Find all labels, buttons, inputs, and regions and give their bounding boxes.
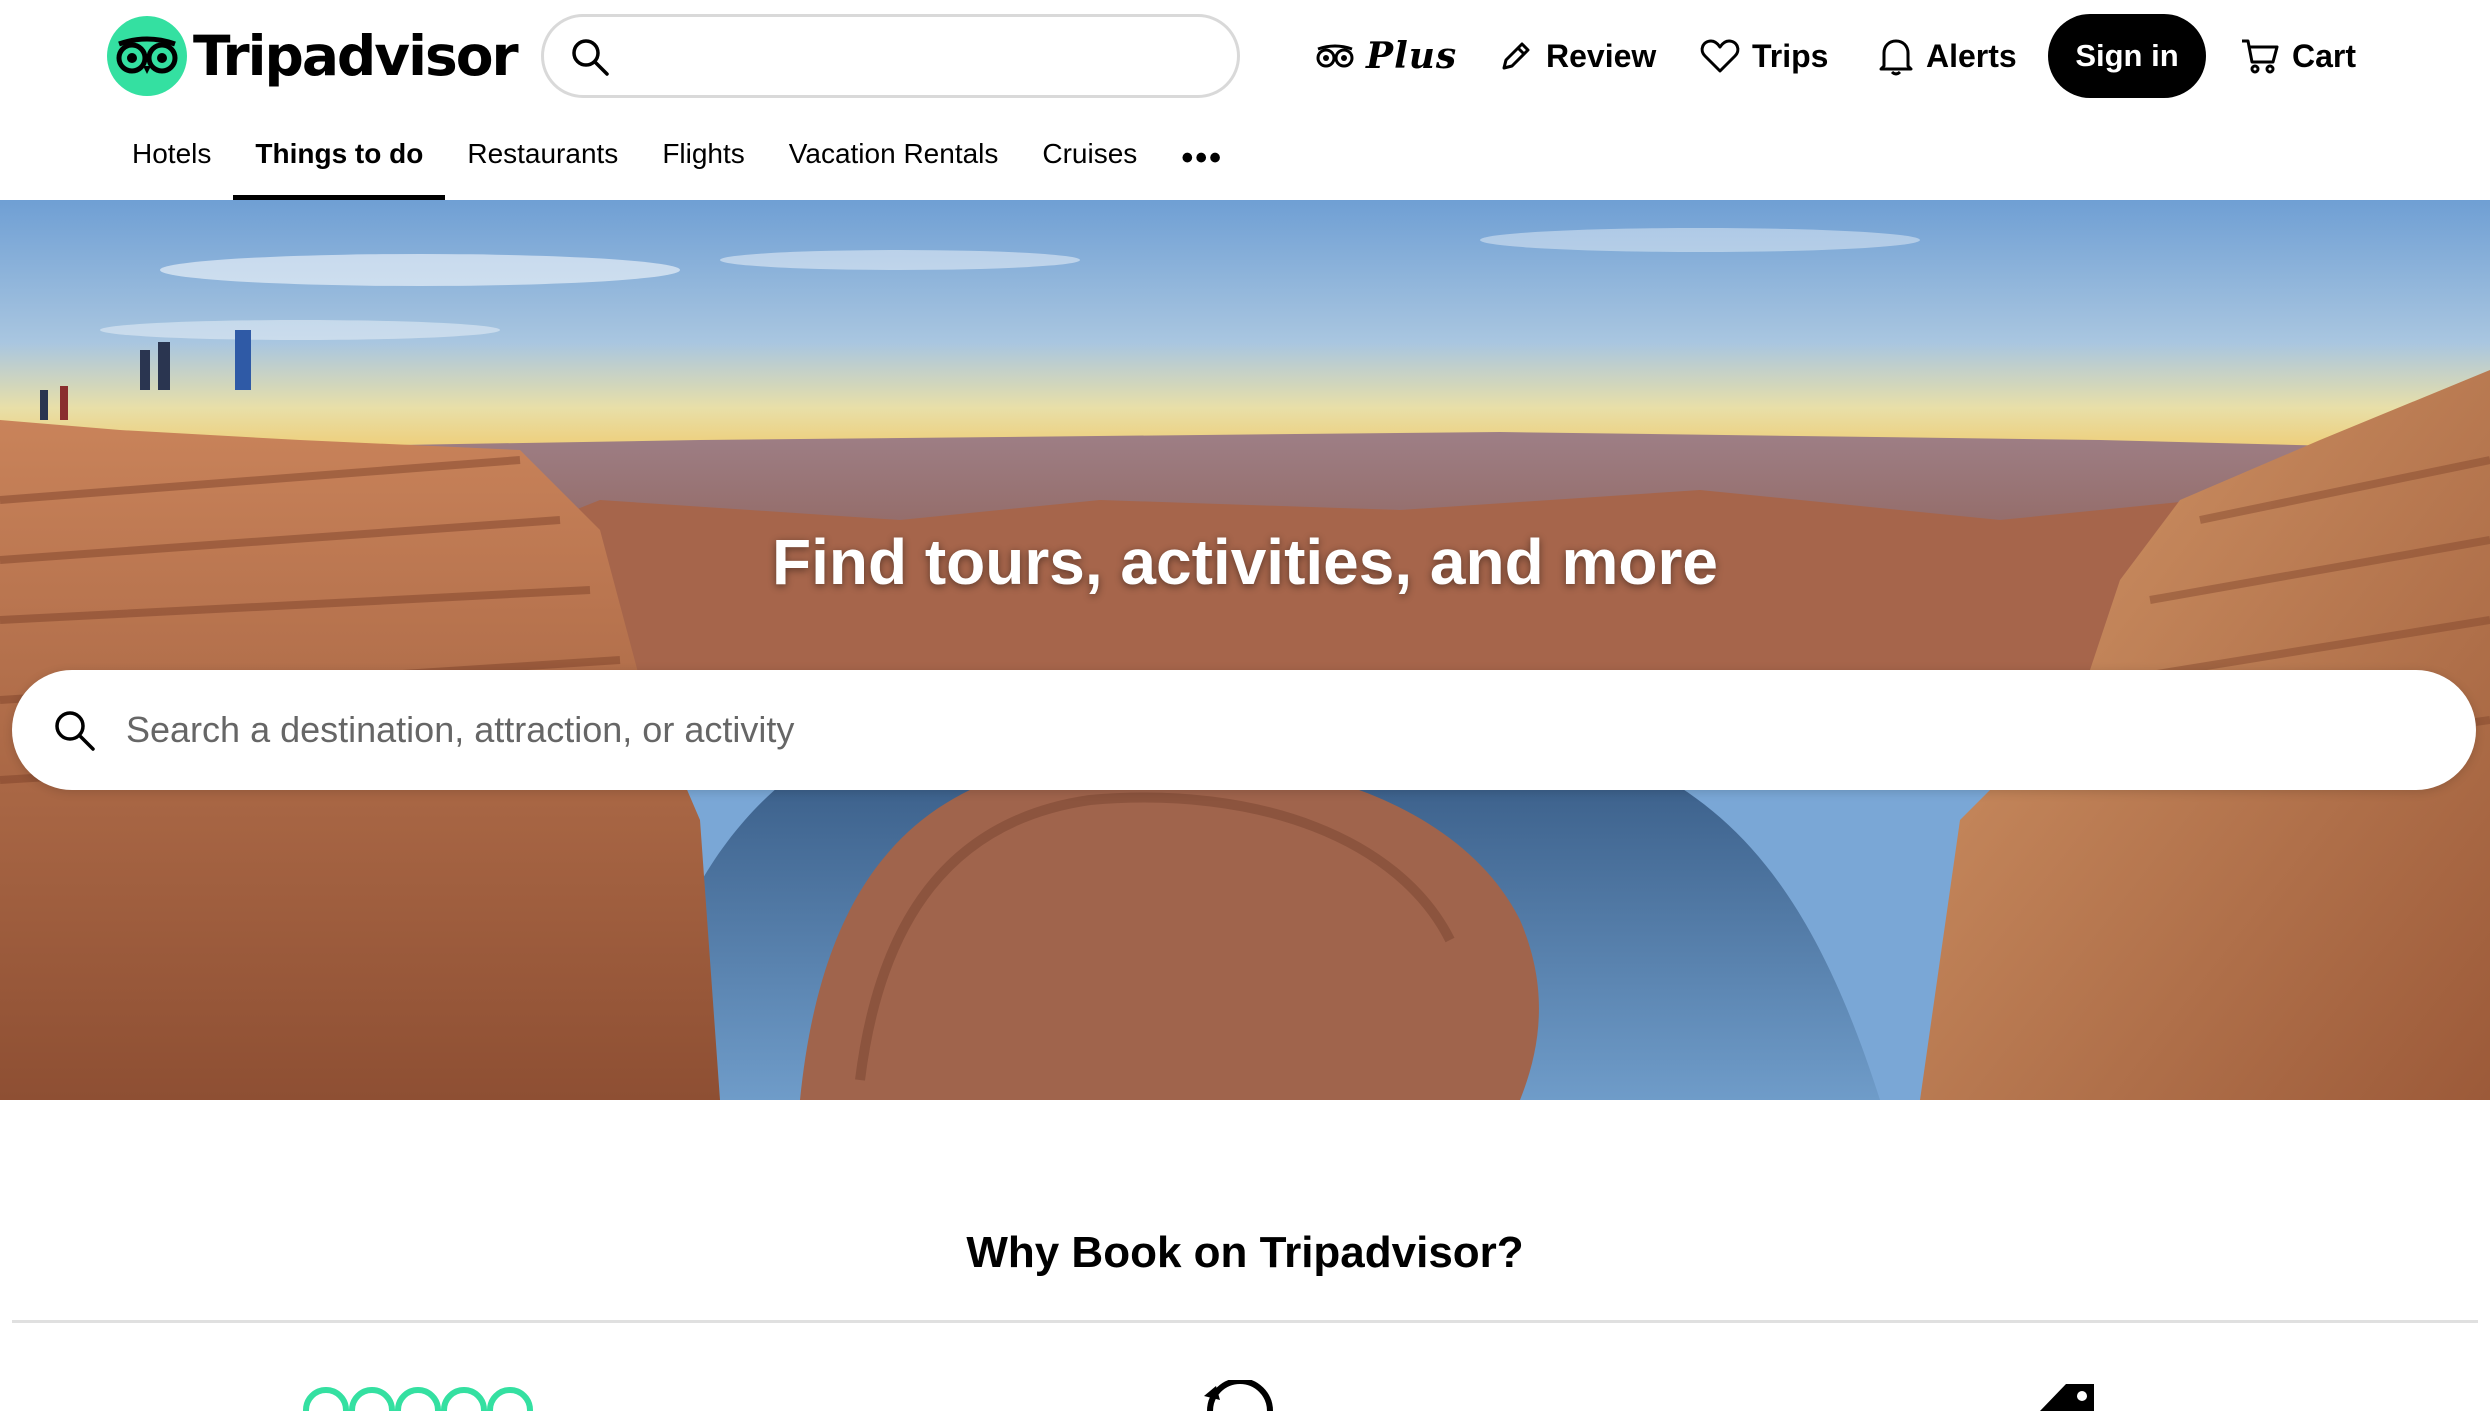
sign-in-button[interactable]: Sign in [2048,14,2206,98]
brand-name: Tripadvisor [193,24,519,88]
trips-link[interactable]: Trips [1700,14,1828,98]
tripadvisor-owl-icon [1316,44,1354,68]
review-link[interactable]: Review [1498,14,1656,98]
hero-title: Find tours, activities, and more [772,526,1718,598]
alerts-link[interactable]: Alerts [1878,14,2017,98]
review-label: Review [1546,37,1657,74]
more-menu-button[interactable]: ••• [1159,128,1245,188]
cart-icon [2242,39,2279,74]
tripadvisor-owl-icon [107,16,187,96]
plus-link[interactable]: Plus [1316,14,1457,98]
category-tabs: Hotels Things to do Restaurants Flights … [110,128,1245,200]
hero-banner: Find tours, activities, and more [0,200,2490,1100]
search-icon [572,39,609,76]
pencil-icon [1502,42,1530,70]
bell-icon [1879,39,1913,76]
refresh-clock-icon [1204,1380,1273,1411]
tab-things-to-do[interactable]: Things to do [233,128,446,200]
top-header: Tripadvisor Plus Review Trips Alerts Sig… [0,0,2490,200]
tab-restaurants[interactable]: Restaurants [445,128,640,200]
search-icon [55,711,95,751]
tripadvisor-logo[interactable]: Tripadvisor [107,16,519,96]
header-search-input[interactable] [541,14,1240,98]
tab-hotels[interactable]: Hotels [110,128,233,200]
plus-label: Plus [1366,35,1458,77]
tab-cruises[interactable]: Cruises [1020,128,1159,200]
destination-search-input[interactable] [126,709,2326,751]
heart-icon [1700,39,1740,73]
hero-search-bar[interactable] [12,670,2476,790]
cart-link[interactable]: Cart [2240,14,2356,98]
canyon-hero-image [0,200,2490,1100]
rating-bubbles-icon [303,1387,533,1411]
alerts-label: Alerts [1926,37,2017,74]
section-divider [12,1320,2478,1323]
tab-vacation-rentals[interactable]: Vacation Rentals [767,128,1021,200]
cart-label: Cart [2292,37,2357,74]
why-book-heading: Why Book on Tripadvisor? [966,1228,1524,1277]
price-tag-icon [2040,1384,2094,1411]
tab-flights[interactable]: Flights [640,128,766,200]
trips-label: Trips [1752,37,1829,74]
